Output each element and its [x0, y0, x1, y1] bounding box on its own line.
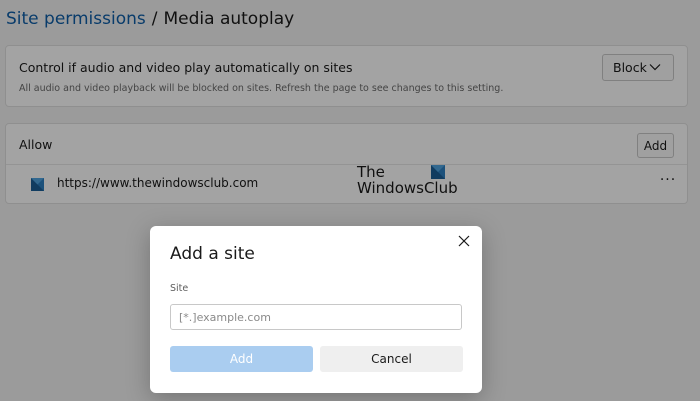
- add-site-dialog: Add a site Site Add Cancel: [150, 226, 482, 393]
- close-icon[interactable]: [455, 232, 473, 250]
- add-site-button[interactable]: Add: [170, 346, 313, 372]
- dialog-title: Add a site: [170, 244, 255, 264]
- site-input[interactable]: [170, 304, 462, 330]
- cancel-button[interactable]: Cancel: [320, 346, 463, 372]
- site-field-label: Site: [170, 283, 189, 294]
